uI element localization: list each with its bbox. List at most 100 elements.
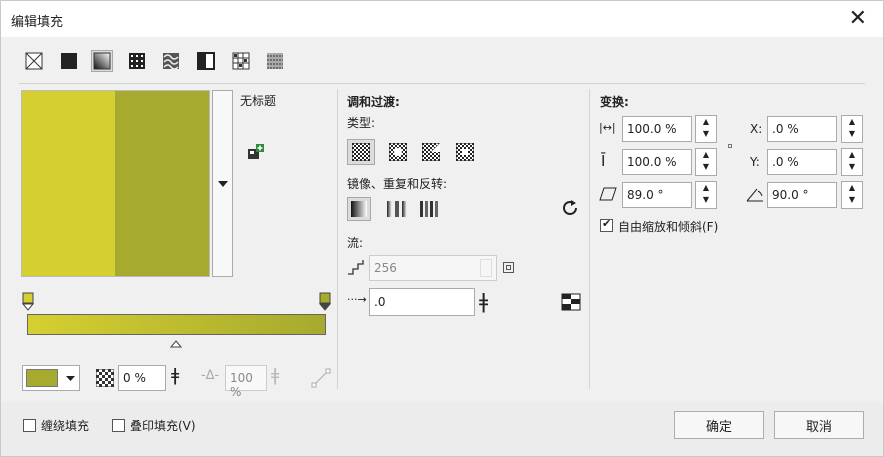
height-icon: Ī (601, 152, 606, 170)
vector-pattern-fill-button[interactable] (126, 50, 148, 72)
dialog-title: 编辑填充 (11, 15, 64, 30)
height-input[interactable]: 100.0 % (622, 149, 692, 175)
rotate-value: 90.0 ° (772, 188, 809, 202)
transparency-slider-icon[interactable]: ǂ (171, 365, 179, 386)
default-fill-button[interactable] (347, 197, 371, 221)
acceleration-input[interactable]: .0 (369, 288, 475, 316)
checkmark-icon: ✔ (602, 217, 612, 230)
overprint-fill-label: 叠印填充(V) (130, 419, 196, 433)
bitmap-pattern-fill-button[interactable] (160, 50, 182, 72)
section-divider-right (589, 89, 590, 389)
no-fill-icon (25, 52, 43, 70)
smooth-blend-icon[interactable] (561, 293, 581, 311)
cancel-button[interactable]: 取消 (774, 411, 864, 439)
steps-value: 256 (374, 261, 397, 275)
reverse-icon[interactable] (561, 199, 579, 217)
skew-input[interactable]: 89.0 ° (622, 182, 692, 208)
repeat-gradient-icon (420, 201, 438, 217)
height-value: 100.0 % (627, 155, 677, 169)
vector-pattern-fill-icon (129, 53, 145, 69)
toolbar-divider (19, 83, 865, 84)
elliptical-type-button[interactable] (388, 142, 408, 164)
linear-gradient-icon (352, 143, 370, 161)
flow-label: 流: (347, 236, 364, 250)
preview-dropdown-button[interactable] (212, 90, 233, 277)
node-color-swatch (26, 369, 58, 387)
x-label: X: (750, 122, 763, 136)
midpoint-value: 100 % (230, 371, 253, 399)
conical-gradient-icon (421, 142, 441, 162)
rectangular-gradient-icon (455, 142, 475, 162)
skew-spinner[interactable]: ▲ ▼ (695, 181, 717, 209)
width-icon: |↔| (599, 121, 616, 134)
conical-type-button[interactable] (421, 142, 441, 164)
section-divider-left (337, 89, 338, 389)
rectangular-type-button[interactable] (455, 142, 475, 164)
texture-fill-button[interactable] (230, 50, 252, 72)
ok-button-label: 确定 (705, 419, 732, 435)
y-label: Y: (750, 155, 760, 169)
width-input[interactable]: 100.0 % (622, 116, 692, 142)
transparency-value: 0 % (123, 371, 146, 385)
y-value: .0 % (772, 155, 799, 169)
uniform-fill-button[interactable] (58, 50, 80, 72)
steps-spin-button[interactable] (480, 259, 492, 277)
default-gradient-icon (351, 201, 367, 217)
acceleration-slider-icon[interactable]: ǂ (479, 289, 488, 313)
x-spinner[interactable]: ▲ ▼ (841, 115, 863, 143)
x-input[interactable]: .0 % (767, 116, 837, 142)
fountain-fill-button[interactable] (91, 50, 113, 72)
x-value: .0 % (772, 122, 799, 136)
reflect-fill-button[interactable] (387, 201, 407, 220)
free-transform-icon[interactable] (311, 368, 331, 388)
free-scale-checkbox[interactable]: ✔ (600, 217, 613, 232)
two-color-pattern-fill-icon (197, 52, 215, 70)
preview-left-half (22, 91, 115, 276)
start-color-node[interactable] (21, 292, 35, 312)
midpoint-slider-icon[interactable]: ǂ (271, 365, 279, 386)
ok-button[interactable]: 确定 (674, 411, 764, 439)
no-fill-button[interactable] (23, 50, 45, 72)
elliptical-gradient-icon (388, 142, 408, 162)
transform-heading: 变换: (600, 95, 629, 109)
wrap-fill-label: 缠绕填充 (41, 419, 90, 433)
rotate-icon (746, 185, 766, 203)
reflect-gradient-icon (387, 201, 407, 217)
link-proportions-icon[interactable] (728, 144, 732, 148)
mirror-label: 镜像、重复和反转: (347, 177, 448, 191)
postscript-fill-button[interactable] (264, 50, 286, 72)
skew-icon (599, 187, 617, 201)
y-input[interactable]: .0 % (767, 149, 837, 175)
transparency-icon (95, 368, 115, 388)
edit-fill-dialog: 编辑填充 ✕ 无标题 0 % ǂ -∆- 100 % ǂ 调和过渡: 类型: 镜… (0, 0, 884, 457)
transparency-input[interactable]: 0 % (118, 365, 166, 391)
texture-fill-icon (232, 52, 250, 70)
overprint-fill-checkbox[interactable] (112, 419, 125, 432)
chevron-down-icon (66, 376, 75, 381)
wrap-fill-checkbox[interactable] (23, 419, 36, 432)
steps-icon (347, 259, 365, 275)
uniform-fill-icon (61, 53, 77, 69)
acceleration-value: .0 (374, 295, 386, 309)
gradient-bar[interactable] (27, 314, 326, 335)
steps-input[interactable]: 256 (369, 255, 497, 281)
steps-lock-button[interactable] (503, 262, 514, 273)
midpoint-input[interactable]: 100 % (225, 365, 267, 399)
cancel-button-label: 取消 (805, 419, 832, 435)
save-fill-icon[interactable] (247, 144, 265, 160)
width-spinner[interactable]: ▲ ▼ (695, 115, 717, 143)
two-color-pattern-fill-button[interactable] (195, 50, 217, 72)
midpoint-icon: -∆- (201, 368, 220, 383)
node-color-picker[interactable] (22, 365, 80, 391)
rotate-spinner[interactable]: ▲ ▼ (841, 181, 863, 209)
rotate-input[interactable]: 90.0 ° (767, 182, 837, 208)
repeat-fill-button[interactable] (420, 201, 440, 220)
skew-value: 89.0 ° (627, 188, 664, 202)
linear-type-button[interactable] (347, 139, 375, 165)
close-icon[interactable]: ✕ (849, 5, 867, 33)
end-color-node[interactable] (318, 292, 332, 312)
acceleration-icon: ···→ (347, 293, 367, 306)
midpoint-slider[interactable] (169, 337, 183, 348)
height-spinner[interactable]: ▲ ▼ (695, 148, 717, 176)
y-spinner[interactable]: ▲ ▼ (841, 148, 863, 176)
